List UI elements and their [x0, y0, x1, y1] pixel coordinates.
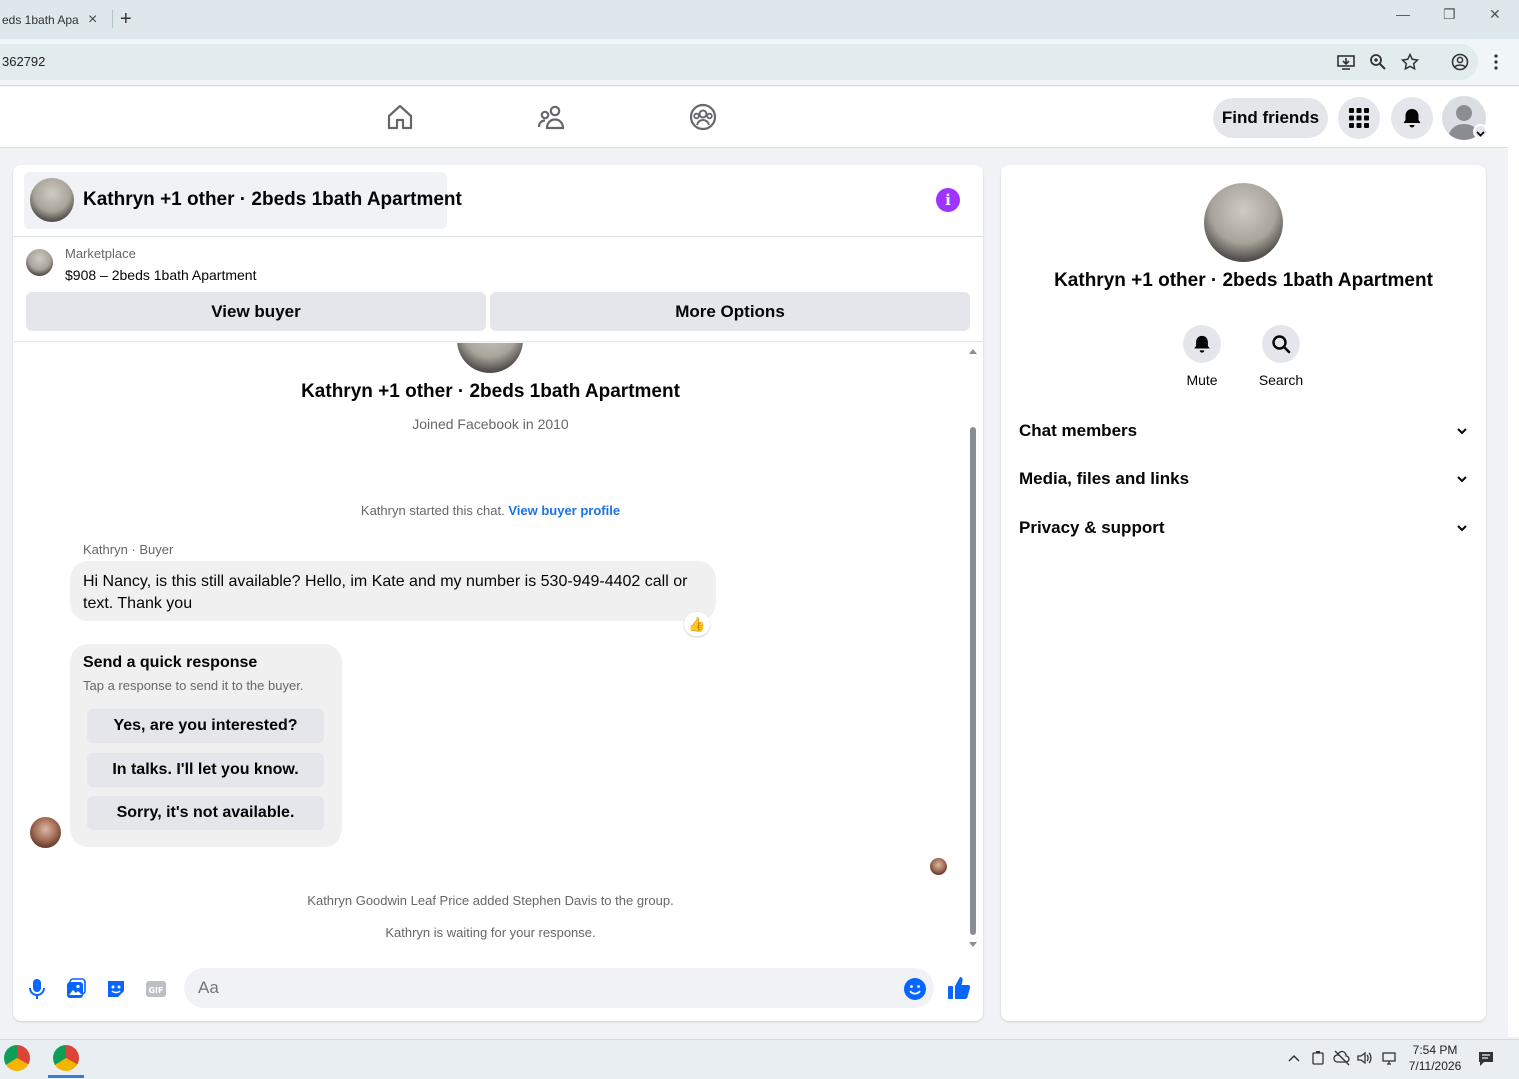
- mute-action[interactable]: Mute: [1162, 325, 1242, 388]
- message-bubble[interactable]: Hi Nancy, is this still available? Hello…: [70, 561, 716, 621]
- tab-title: eds 1bath Apa: [2, 12, 79, 27]
- grid-menu-icon: [1349, 108, 1369, 128]
- find-friends-button[interactable]: Find friends: [1213, 98, 1328, 138]
- chat-listing-thumbnail: [30, 178, 74, 222]
- tab-separator: [112, 10, 113, 28]
- gif-icon[interactable]: GIF: [144, 977, 168, 1001]
- menu-button[interactable]: [1338, 97, 1380, 139]
- waiting-notice: Kathryn is waiting for your response.: [385, 925, 596, 940]
- chat-started-notice: Kathryn started this chat. View buyer pr…: [13, 503, 968, 518]
- profile-photo: [457, 343, 523, 373]
- browser-menu-icon[interactable]: [1487, 53, 1505, 71]
- view-buyer-profile-link[interactable]: View buyer profile: [508, 503, 620, 518]
- battery-icon[interactable]: [1311, 1050, 1325, 1066]
- close-window-button[interactable]: ✕: [1489, 6, 1501, 23]
- emoji-icon[interactable]: [903, 977, 927, 1001]
- notification-center-icon[interactable]: [1477, 1050, 1495, 1068]
- restore-button[interactable]: ❐: [1443, 6, 1456, 23]
- clock-date: 7/11/2026: [1408, 1059, 1462, 1073]
- page-scrollbar[interactable]: [1508, 87, 1519, 1037]
- marketplace-thumbnail: [26, 249, 53, 276]
- more-options-button[interactable]: More Options: [490, 292, 970, 331]
- zoom-icon[interactable]: [1369, 53, 1387, 71]
- taskbar-clock[interactable]: 7:54 PM 7/11/2026: [1400, 1042, 1470, 1074]
- chat-title: Kathryn +1 other · 2beds 1bath Apartment: [83, 189, 462, 210]
- browser-tab-bar: [0, 0, 1519, 39]
- clock-time: 7:54 PM: [1412, 1043, 1458, 1057]
- url-field[interactable]: 362792: [0, 44, 1478, 80]
- bell-icon: [1194, 335, 1210, 353]
- search-action[interactable]: Search: [1241, 325, 1321, 388]
- search-button[interactable]: [1262, 325, 1300, 363]
- chat-scroll-thumb[interactable]: [970, 427, 976, 935]
- sticker-icon[interactable]: [104, 977, 128, 1001]
- section-label: Media, files and links: [1019, 469, 1190, 488]
- quick-reply-in-talks[interactable]: In talks. I'll let you know.: [87, 753, 324, 787]
- network-icon[interactable]: [1381, 1050, 1399, 1066]
- read-receipt-avatar: [930, 858, 947, 875]
- info-icon[interactable]: i: [936, 188, 960, 212]
- install-app-icon[interactable]: [1337, 53, 1355, 71]
- message-sender: Kathryn · Buyer: [83, 542, 174, 557]
- marketplace-label: Marketplace: [65, 246, 136, 261]
- message-input[interactable]: [184, 968, 934, 1008]
- quick-reply-interested[interactable]: Yes, are you interested?: [87, 709, 324, 743]
- section-media-files-links[interactable]: Media, files and links: [1019, 464, 1469, 494]
- chrome-taskbar-icon[interactable]: [4, 1045, 30, 1071]
- buyer-avatar[interactable]: [30, 817, 61, 848]
- header-divider: [13, 236, 983, 237]
- friends-icon[interactable]: [537, 103, 565, 131]
- quick-response-title: Send a quick response: [83, 654, 258, 671]
- listing-price-title[interactable]: $908 – 2beds 1bath Apartment: [65, 267, 256, 283]
- search-icon: [1272, 335, 1291, 354]
- mute-label: Mute: [1186, 372, 1218, 388]
- tray-chevron-up-icon[interactable]: [1287, 1052, 1301, 1064]
- thumbs-up-reaction[interactable]: 👍: [684, 612, 710, 636]
- quick-reply-not-available[interactable]: Sorry, it's not available.: [87, 796, 324, 830]
- cloud-offline-icon[interactable]: [1333, 1050, 1351, 1066]
- mute-button[interactable]: [1183, 325, 1221, 363]
- groups-icon[interactable]: [689, 103, 717, 131]
- chevron-down-icon: [1457, 428, 1467, 435]
- member-added-notice: Kathryn Goodwin Leaf Price added Stephen…: [307, 893, 674, 908]
- microphone-icon[interactable]: [25, 977, 49, 1001]
- search-label: Search: [1258, 372, 1304, 388]
- scroll-up-icon[interactable]: [968, 347, 978, 355]
- like-icon[interactable]: [946, 975, 972, 1001]
- details-photo: [1204, 183, 1283, 262]
- started-text: Kathryn started this chat.: [360, 503, 505, 518]
- volume-icon[interactable]: [1356, 1050, 1374, 1066]
- bookmark-star-icon[interactable]: [1401, 53, 1419, 71]
- chevron-down-icon: [1476, 131, 1485, 137]
- chat-details-panel: [1001, 165, 1486, 1021]
- profile-name: Kathryn +1 other · 2beds 1bath Apartment: [301, 381, 680, 402]
- quick-response-subtitle: Tap a response to send it to the buyer.: [83, 678, 304, 693]
- joined-text: Joined Facebook in 2010: [412, 416, 569, 432]
- chevron-down-icon: [1457, 525, 1467, 532]
- section-privacy-support[interactable]: Privacy & support: [1019, 513, 1469, 543]
- notifications-button[interactable]: [1391, 97, 1433, 139]
- minimize-button[interactable]: —: [1396, 6, 1410, 22]
- scroll-down-icon[interactable]: [968, 941, 978, 949]
- new-tab-button[interactable]: +: [120, 8, 140, 30]
- section-chat-members[interactable]: Chat members: [1019, 416, 1469, 446]
- section-label: Chat members: [1019, 421, 1138, 440]
- browser-tab[interactable]: eds 1bath Apa ×: [0, 0, 108, 39]
- bell-icon: [1403, 109, 1421, 128]
- section-label: Privacy & support: [1019, 518, 1165, 537]
- chat-scrollbar[interactable]: [968, 345, 978, 950]
- chrome-active-taskbar-icon[interactable]: [53, 1045, 79, 1071]
- photo-icon[interactable]: [64, 977, 88, 1001]
- account-chevron[interactable]: [1473, 124, 1488, 139]
- chevron-down-icon: [1457, 476, 1467, 483]
- active-app-indicator: [48, 1075, 84, 1078]
- home-icon[interactable]: [386, 103, 414, 131]
- details-name: Kathryn +1 other · 2beds 1bath Apartment: [1054, 270, 1433, 291]
- view-buyer-button[interactable]: View buyer: [26, 292, 486, 331]
- tab-close-icon[interactable]: ×: [88, 11, 97, 29]
- svg-text:GIF: GIF: [148, 986, 163, 995]
- profile-icon[interactable]: [1451, 53, 1469, 71]
